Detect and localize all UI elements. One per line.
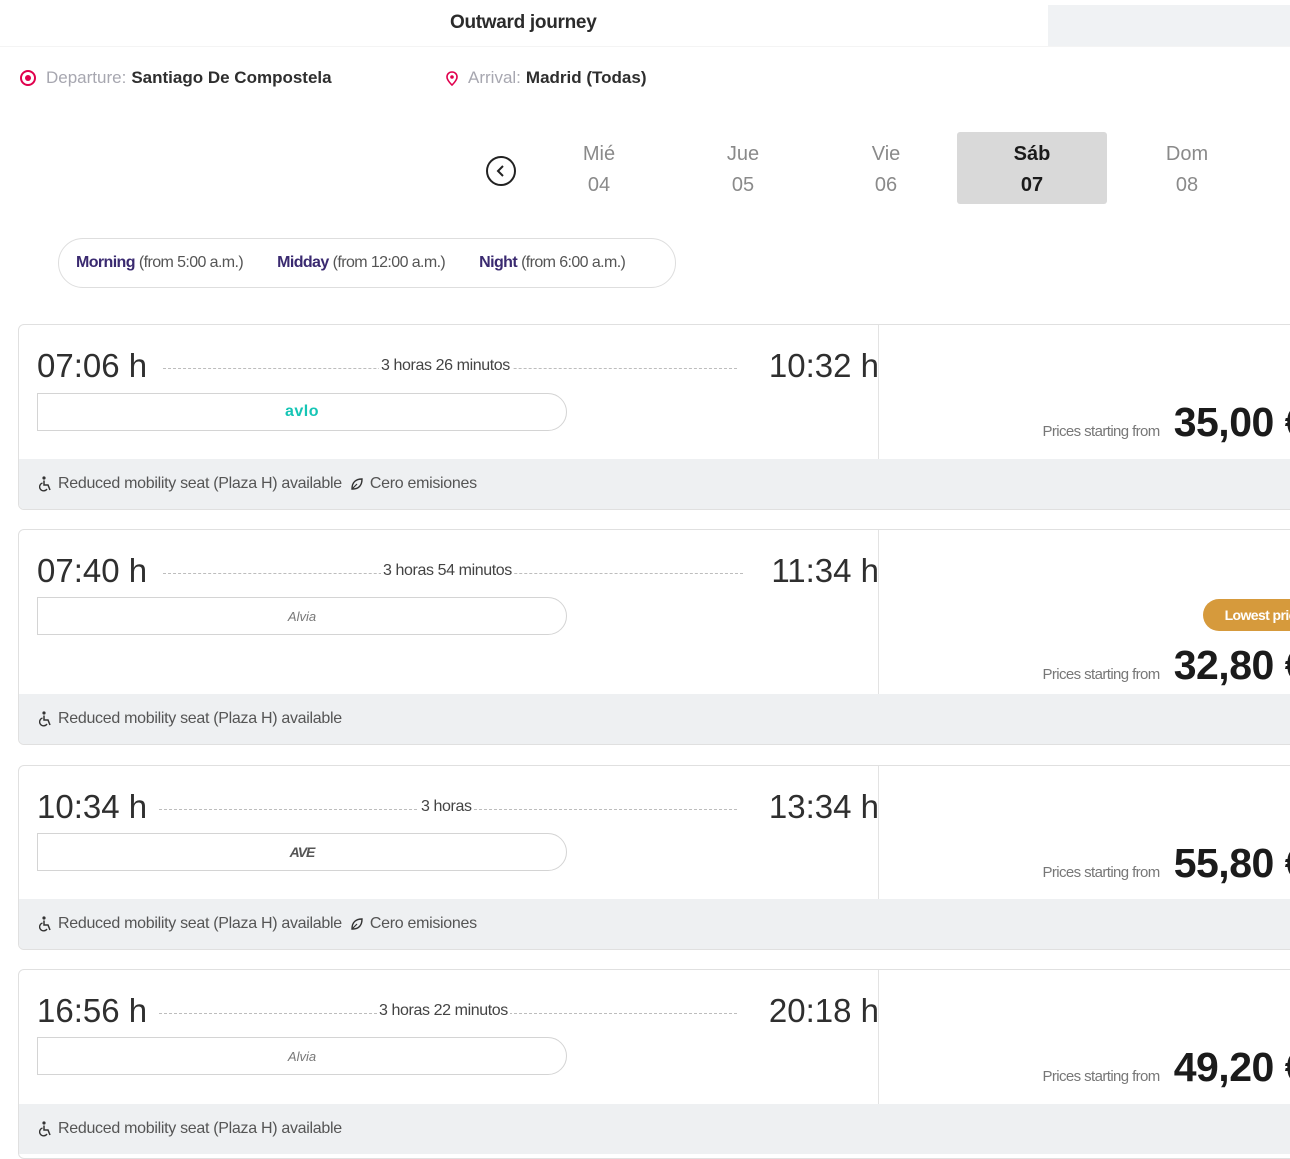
trip-duration: 3 horas	[419, 798, 474, 816]
departure-time: 07:40 h	[37, 552, 147, 590]
trip-features: Reduced mobility seat (Plaza H) availabl…	[19, 1104, 1290, 1154]
trip-card[interactable]: 16:56 h 3 horas 22 minutos 20:18 h Alvia…	[18, 969, 1290, 1159]
brand-logo-alvia: Alvia	[288, 1049, 316, 1064]
feature-reduced-mobility: Reduced mobility seat (Plaza H) availabl…	[58, 710, 342, 728]
feature-reduced-mobility: Reduced mobility seat (Plaza H) availabl…	[58, 915, 342, 933]
page-title: Outward journey	[450, 12, 596, 34]
price-value: 49,20 €	[1174, 1044, 1290, 1091]
filter-morning[interactable]: Morning (from 5:00 a.m.)	[76, 254, 243, 272]
trip-card[interactable]: 10:34 h 3 horas 13:34 h AVE Prices start…	[18, 765, 1290, 950]
train-brand: Alvia	[37, 597, 567, 635]
brand-logo-ave: AVE	[290, 844, 315, 860]
price-value: 32,80 €	[1174, 642, 1290, 689]
departure-info: Departure: Santiago De Compostela	[20, 68, 332, 88]
arrival-value: Madrid (Todas)	[526, 68, 647, 88]
brand-logo-alvia: Alvia	[288, 609, 316, 624]
day-name: Dom	[1112, 143, 1262, 166]
day-number: 06	[811, 174, 961, 197]
train-brand: avlo	[37, 393, 567, 431]
feature-zero-emissions: Cero emisiones	[370, 475, 477, 493]
wheelchair-icon	[39, 476, 52, 492]
departure-time: 07:06 h	[37, 347, 147, 385]
filter-range: (from 5:00 a.m.)	[139, 254, 243, 272]
filter-name: Morning	[76, 254, 135, 272]
card-divider	[878, 766, 879, 901]
date-tab-07-selected[interactable]: Sáb 07	[957, 132, 1107, 204]
wheelchair-icon	[39, 711, 52, 727]
departure-value: Santiago De Compostela	[131, 68, 331, 88]
departure-label: Departure:	[46, 68, 126, 88]
price-label: Prices starting from	[1043, 666, 1160, 683]
day-name: Mié	[524, 143, 674, 166]
chevron-left-icon	[495, 164, 507, 178]
date-tab-06[interactable]: Vie 06	[811, 132, 961, 204]
location-pin-icon	[446, 71, 458, 85]
day-number: 05	[668, 174, 818, 197]
arrival-time: 20:18 h	[769, 992, 879, 1030]
date-tab-05[interactable]: Jue 05	[668, 132, 818, 204]
day-number: 04	[524, 174, 674, 197]
date-tab-08[interactable]: Dom 08	[1112, 132, 1262, 204]
trip-duration: 3 horas 54 minutos	[381, 562, 514, 580]
trip-duration: 3 horas 22 minutos	[377, 1002, 510, 1020]
wheelchair-icon	[39, 916, 52, 932]
day-name: Vie	[811, 143, 961, 166]
card-divider	[878, 970, 879, 1106]
departure-time: 10:34 h	[37, 788, 147, 826]
top-bar: Outward journey	[0, 0, 1290, 46]
feature-reduced-mobility: Reduced mobility seat (Plaza H) availabl…	[58, 1120, 342, 1138]
price-box[interactable]: Prices starting from 35,00 €	[1043, 399, 1290, 446]
day-name: Sáb	[957, 143, 1107, 166]
arrival-time: 13:34 h	[769, 788, 879, 826]
price-box[interactable]: Prices starting from 49,20 €	[1043, 1044, 1290, 1091]
trip-duration: 3 horas 26 minutos	[379, 357, 512, 375]
brand-logo-avlo: avlo	[285, 403, 319, 421]
price-box[interactable]: Prices starting from 32,80 €	[1043, 642, 1290, 689]
arrival-info: Arrival: Madrid (Todas)	[446, 68, 646, 88]
wheelchair-icon	[39, 1121, 52, 1137]
departure-time: 16:56 h	[37, 992, 147, 1030]
leaf-icon	[350, 917, 364, 931]
trip-features: Reduced mobility seat (Plaza H) availabl…	[19, 459, 1290, 509]
leaf-icon	[350, 477, 364, 491]
filter-name: Midday	[277, 254, 329, 272]
location-pin-icon	[20, 70, 36, 86]
arrival-time: 11:34 h	[771, 552, 879, 590]
filter-night[interactable]: Night (from 6:00 a.m.)	[479, 254, 625, 272]
feature-reduced-mobility: Reduced mobility seat (Plaza H) availabl…	[58, 475, 342, 493]
trip-card[interactable]: 07:40 h 3 horas 54 minutos 11:34 h Alvia…	[18, 529, 1290, 745]
price-label: Prices starting from	[1043, 423, 1160, 440]
price-label: Prices starting from	[1043, 1068, 1160, 1085]
time-filter-bar: Morning (from 5:00 a.m.) Midday (from 12…	[58, 238, 676, 288]
day-number: 07	[957, 174, 1107, 197]
trip-features: Reduced mobility seat (Plaza H) availabl…	[19, 694, 1290, 744]
previous-dates-button[interactable]	[486, 156, 516, 186]
filter-midday[interactable]: Midday (from 12:00 a.m.)	[277, 254, 445, 272]
feature-zero-emissions: Cero emisiones	[370, 915, 477, 933]
price-value: 35,00 €	[1174, 399, 1290, 446]
filter-name: Night	[479, 254, 517, 272]
filter-range: (from 12:00 a.m.)	[333, 254, 446, 272]
arrival-label: Arrival:	[468, 68, 521, 88]
header-placeholder	[1048, 5, 1290, 47]
train-brand: AVE	[37, 833, 567, 871]
price-value: 55,80 €	[1174, 840, 1290, 887]
filter-range: (from 6:00 a.m.)	[521, 254, 625, 272]
trip-card[interactable]: 07:06 h 3 horas 26 minutos 10:32 h avlo …	[18, 324, 1290, 510]
header-divider	[0, 46, 1290, 47]
train-brand: Alvia	[37, 1037, 567, 1075]
card-divider	[878, 325, 879, 461]
arrival-time: 10:32 h	[769, 347, 879, 385]
price-box[interactable]: Prices starting from 55,80 €	[1043, 840, 1290, 887]
lowest-price-badge: Lowest price	[1203, 599, 1290, 631]
trip-features: Reduced mobility seat (Plaza H) availabl…	[19, 899, 1290, 949]
price-label: Prices starting from	[1043, 864, 1160, 881]
date-tab-04[interactable]: Mié 04	[524, 132, 674, 204]
day-name: Jue	[668, 143, 818, 166]
day-number: 08	[1112, 174, 1262, 197]
